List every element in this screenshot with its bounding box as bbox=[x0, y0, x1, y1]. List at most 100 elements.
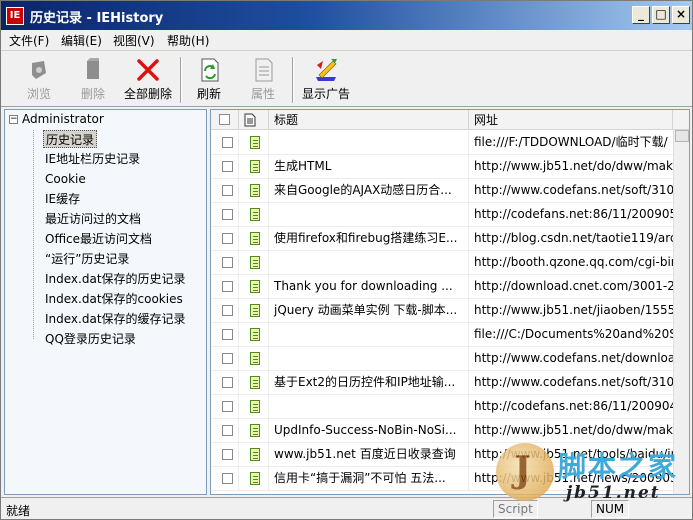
row-checkbox[interactable] bbox=[222, 137, 233, 148]
table-row[interactable]: www.jb51.net 百度近日收录查询 http://www.jb51.net… bbox=[211, 443, 673, 467]
title-bar[interactable]: IE 历史记录 - IEHistory _ □ × bbox=[1, 1, 692, 30]
tree-item-run-history[interactable]: “运行”历史记录 bbox=[43, 250, 131, 268]
row-checkbox[interactable] bbox=[222, 401, 233, 412]
row-title bbox=[269, 203, 469, 227]
minimize-button[interactable]: _ bbox=[632, 6, 650, 24]
tree-item-ie-address-history[interactable]: IE地址栏历史记录 bbox=[43, 150, 142, 168]
row-checkbox-cell bbox=[211, 131, 239, 155]
table-row[interactable]: http://codefans.net:86/11/200905/ bbox=[211, 203, 673, 227]
list-header: 标题 网址 bbox=[211, 110, 689, 130]
row-title bbox=[269, 395, 469, 419]
row-title: www.jb51.net 百度近日收录查询 bbox=[269, 443, 469, 467]
row-checkbox-cell bbox=[211, 299, 239, 323]
delete-all-label: 全部删除 bbox=[123, 87, 172, 101]
collapse-icon[interactable]: − bbox=[9, 115, 18, 124]
delete-all-button[interactable]: 全部删除 bbox=[121, 53, 175, 105]
column-url[interactable]: 网址 bbox=[469, 110, 673, 130]
tree-item-indexdat-cookies[interactable]: Index.dat保存的cookies bbox=[43, 290, 185, 308]
row-checkbox[interactable] bbox=[222, 377, 233, 388]
table-row[interactable]: UpdInfo-Success-NoBin-NoSi... http://www.… bbox=[211, 419, 673, 443]
row-checkbox-cell bbox=[211, 371, 239, 395]
table-row[interactable]: file:///C:/Documents%20and%20Se bbox=[211, 323, 673, 347]
table-row[interactable]: 使用firefox和firebug搭建练习E... http://blog.csd… bbox=[211, 227, 673, 251]
table-row[interactable]: file:///F:/TDDOWNLOAD/临时下载/ bbox=[211, 131, 673, 155]
menu-edit[interactable]: 编辑(E) bbox=[61, 32, 102, 49]
menu-file[interactable]: 文件(F) bbox=[9, 32, 49, 49]
row-checkbox[interactable] bbox=[222, 185, 233, 196]
table-row[interactable]: 信用卡“搞于漏洞”不可怕 五法... http://www.jb51.net/ne… bbox=[211, 467, 673, 491]
tree-view[interactable]: − Administrator 历史记录 IE地址栏历史记录 Cookie IE缓… bbox=[4, 109, 207, 495]
delete-button[interactable]: 删除 bbox=[69, 53, 117, 105]
column-title[interactable]: 标题 bbox=[269, 110, 469, 130]
row-checkbox-cell bbox=[211, 275, 239, 299]
show-ads-button[interactable]: 显示广告 bbox=[298, 53, 354, 105]
row-checkbox[interactable] bbox=[222, 425, 233, 436]
history-entry-icon bbox=[250, 328, 260, 341]
table-row[interactable]: 基于Ext2的日历控件和IP地址输... http://www.codefans.… bbox=[211, 371, 673, 395]
row-title: jQuery 动画菜单实例 下载-脚本... bbox=[269, 299, 469, 323]
row-checkbox-cell bbox=[211, 443, 239, 467]
maximize-button[interactable]: □ bbox=[652, 6, 670, 24]
table-row[interactable]: jQuery 动画菜单实例 下载-脚本... http://www.jb51.ne… bbox=[211, 299, 673, 323]
row-checkbox[interactable] bbox=[222, 257, 233, 268]
tree-item-cookie[interactable]: Cookie bbox=[43, 170, 88, 188]
tree-item-indexdat-history[interactable]: Index.dat保存的历史记录 bbox=[43, 270, 188, 288]
row-url: http://www.jb51.net/news/200905 bbox=[474, 471, 673, 485]
refresh-button[interactable]: 刷新 bbox=[187, 53, 231, 105]
row-url: http://booth.qzone.qq.com/cgi-bin bbox=[474, 255, 673, 269]
tree-item-ie-cache[interactable]: IE缓存 bbox=[43, 190, 82, 208]
scroll-thumb[interactable] bbox=[675, 130, 689, 142]
table-row[interactable]: http://codefans.net:86/11/200904/ bbox=[211, 395, 673, 419]
history-entry-icon bbox=[250, 472, 260, 485]
tree-item-indexdat-cache[interactable]: Index.dat保存的缓存记录 bbox=[43, 310, 188, 328]
row-url: http://blog.csdn.net/taotie119/arc bbox=[474, 231, 673, 245]
close-button[interactable]: × bbox=[672, 6, 690, 24]
history-list[interactable]: 标题 网址 file:///F:/TDDOWNLOAD/临时下载/生成HTML h… bbox=[210, 109, 690, 495]
row-title: 来自Google的AJAX动感日历合... bbox=[269, 179, 469, 203]
row-checkbox[interactable] bbox=[222, 209, 233, 220]
row-url: http://codefans.net:86/11/200905/ bbox=[474, 207, 673, 221]
table-row[interactable]: 来自Google的AJAX动感日历合... http://www.codefans… bbox=[211, 179, 673, 203]
menu-help[interactable]: 帮助(H) bbox=[167, 32, 209, 49]
tree-item-recent-docs[interactable]: 最近访问过的文档 bbox=[43, 210, 143, 228]
browse-button[interactable]: 浏览 bbox=[15, 53, 63, 105]
app-icon: IE bbox=[6, 7, 24, 25]
row-checkbox-cell bbox=[211, 323, 239, 347]
row-checkbox[interactable] bbox=[222, 161, 233, 172]
menu-bar: 文件(F) 编辑(E) 视图(V) 帮助(H) bbox=[1, 30, 692, 50]
row-checkbox[interactable] bbox=[222, 305, 233, 316]
menu-view[interactable]: 视图(V) bbox=[113, 32, 155, 49]
properties-button[interactable]: 属性 bbox=[241, 53, 285, 105]
tree-root[interactable]: − Administrator bbox=[9, 112, 104, 126]
row-checkbox[interactable] bbox=[222, 281, 233, 292]
row-checkbox[interactable] bbox=[222, 353, 233, 364]
row-url: file:///C:/Documents%20and%20Se bbox=[474, 327, 673, 341]
row-checkbox-cell bbox=[211, 467, 239, 491]
row-url: http://download.cnet.com/3001-23 bbox=[474, 279, 673, 293]
row-title bbox=[269, 131, 469, 155]
table-row[interactable]: Thank you for downloading ... http://down… bbox=[211, 275, 673, 299]
history-entry-icon bbox=[250, 448, 260, 461]
delete-icon bbox=[87, 58, 99, 79]
row-checkbox[interactable] bbox=[222, 473, 233, 484]
table-row[interactable]: http://www.codefans.net/download bbox=[211, 347, 673, 371]
tree-item-office-recent[interactable]: Office最近访问文档 bbox=[43, 230, 154, 248]
row-checkbox[interactable] bbox=[222, 233, 233, 244]
tree-item-history[interactable]: 历史记录 bbox=[43, 130, 98, 148]
tree-item-qq-login[interactable]: QQ登录历史记录 bbox=[43, 330, 138, 348]
table-row[interactable]: http://booth.qzone.qq.com/cgi-bin bbox=[211, 251, 673, 275]
row-title bbox=[269, 251, 469, 275]
select-all-checkbox[interactable] bbox=[219, 114, 230, 125]
vertical-scrollbar[interactable] bbox=[673, 130, 689, 494]
row-checkbox[interactable] bbox=[222, 329, 233, 340]
header-checkbox-col[interactable] bbox=[211, 110, 239, 130]
history-entry-icon bbox=[250, 184, 260, 197]
delete-label: 删除 bbox=[80, 87, 105, 101]
header-icon-col[interactable] bbox=[239, 110, 269, 130]
row-title: 生成HTML bbox=[269, 155, 469, 179]
status-script: Script bbox=[493, 500, 538, 518]
row-checkbox[interactable] bbox=[222, 449, 233, 460]
row-url: http://codefans.net:86/11/200904/ bbox=[474, 399, 673, 413]
row-url: http://www.jb51.net/jiaoben/15555 bbox=[474, 303, 673, 317]
table-row[interactable]: 生成HTML http://www.jb51.net/do/dww/make bbox=[211, 155, 673, 179]
